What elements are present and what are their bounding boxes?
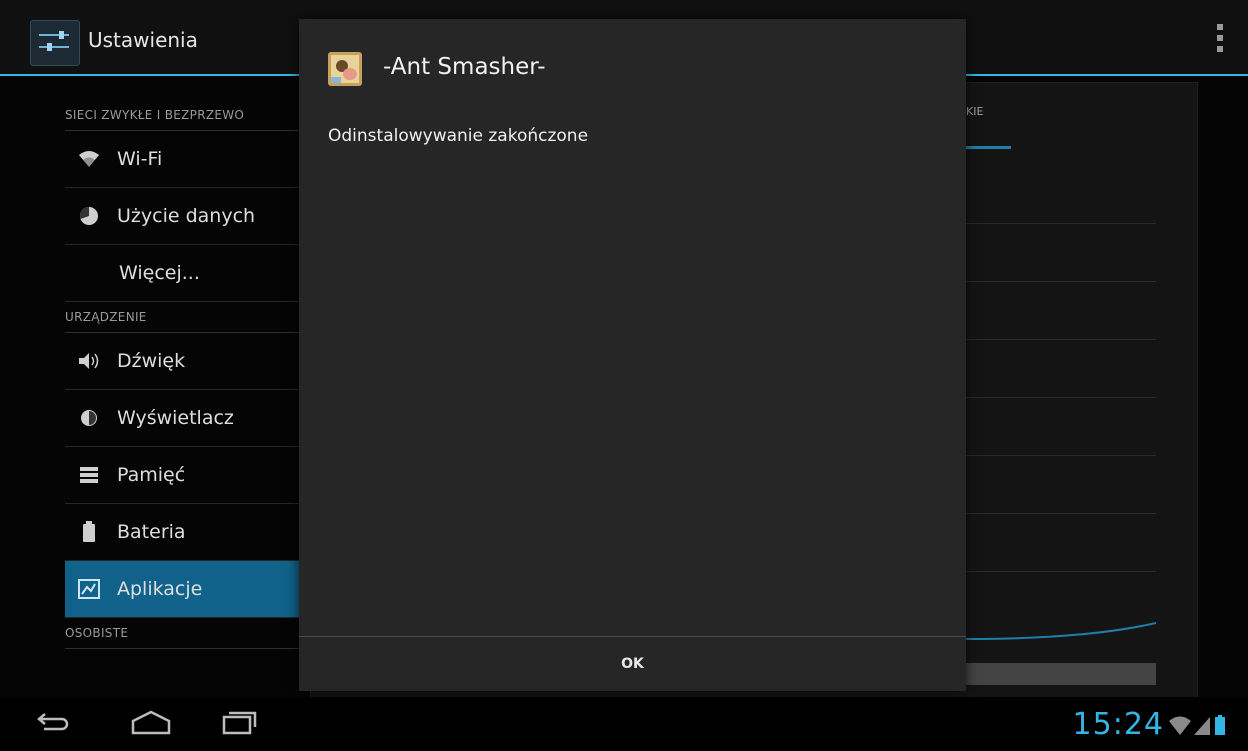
storage-icon [75, 463, 103, 487]
sidebar-item-wifi[interactable]: Wi-Fi [65, 131, 305, 188]
cell-signal-icon [1194, 717, 1210, 735]
battery-status-icon [1215, 715, 1225, 735]
list-divider [966, 455, 1156, 456]
ok-button[interactable]: OK [299, 637, 966, 691]
list-divider [966, 513, 1156, 514]
recent-apps-icon[interactable] [220, 707, 260, 741]
ant-smasher-app-icon [328, 52, 362, 86]
status-icons [1168, 713, 1230, 741]
uninstall-dialog: -Ant Smasher- Odinstalowywanie zakończon… [299, 19, 966, 691]
sidebar-item-display[interactable]: Wyświetlacz [65, 390, 305, 447]
brightness-icon [75, 406, 103, 430]
data-usage-icon [75, 204, 103, 228]
sidebar-item-data-usage[interactable]: Użycie danych [65, 188, 305, 245]
storage-bar [966, 663, 1156, 685]
sidebar-item-label: Dźwięk [117, 350, 186, 372]
section-header-personal: OSOBISTE [65, 618, 305, 649]
wifi-icon [75, 147, 103, 171]
battery-icon [75, 520, 103, 544]
sidebar-item-battery[interactable]: Bateria [65, 504, 305, 561]
list-divider [966, 571, 1156, 572]
dialog-title: -Ant Smasher- [383, 54, 546, 80]
tab-indicator [966, 146, 1011, 149]
apps-icon [75, 577, 103, 601]
sidebar-item-label: Wyświetlacz [117, 407, 234, 429]
sidebar-item-sound[interactable]: Dźwięk [65, 333, 305, 390]
list-divider [966, 223, 1156, 224]
overflow-menu-icon[interactable] [1216, 24, 1224, 58]
system-bar: 15:24 [0, 697, 1248, 751]
back-icon[interactable] [36, 707, 70, 741]
sidebar-item-label: Użycie danych [117, 205, 256, 227]
app-title: Ustawienia [88, 28, 198, 52]
settings-sliders-icon[interactable] [30, 20, 80, 66]
sidebar-item-label: Bateria [117, 521, 186, 543]
sidebar-item-label: Pamięć [117, 464, 186, 486]
storage-curve [966, 622, 1156, 640]
sidebar-item-storage[interactable]: Pamięć [65, 447, 305, 504]
list-divider [966, 281, 1156, 282]
tab-all-apps[interactable]: KIE [966, 105, 983, 118]
wifi-signal-icon [1169, 716, 1191, 735]
section-header-networks: SIECI ZWYKŁE I BEZPRZEWO [65, 100, 305, 131]
section-header-device: URZĄDZENIE [65, 302, 305, 333]
speaker-icon [75, 349, 103, 373]
list-divider [966, 397, 1156, 398]
sidebar-item-label: Wi-Fi [117, 148, 163, 170]
dialog-message: Odinstalowywanie zakończone [328, 126, 589, 146]
sidebar-item-more[interactable]: Więcej... [65, 245, 305, 302]
home-icon[interactable] [128, 707, 174, 741]
sidebar-item-label: Aplikacje [117, 578, 203, 600]
sidebar-item-label: Więcej... [119, 262, 200, 284]
settings-sidebar: SIECI ZWYKŁE I BEZPRZEWO Wi-Fi Użycie da… [65, 100, 305, 649]
sidebar-item-apps[interactable]: Aplikacje [65, 561, 305, 618]
list-divider [966, 339, 1156, 340]
status-clock: 15:24 [1072, 707, 1164, 742]
